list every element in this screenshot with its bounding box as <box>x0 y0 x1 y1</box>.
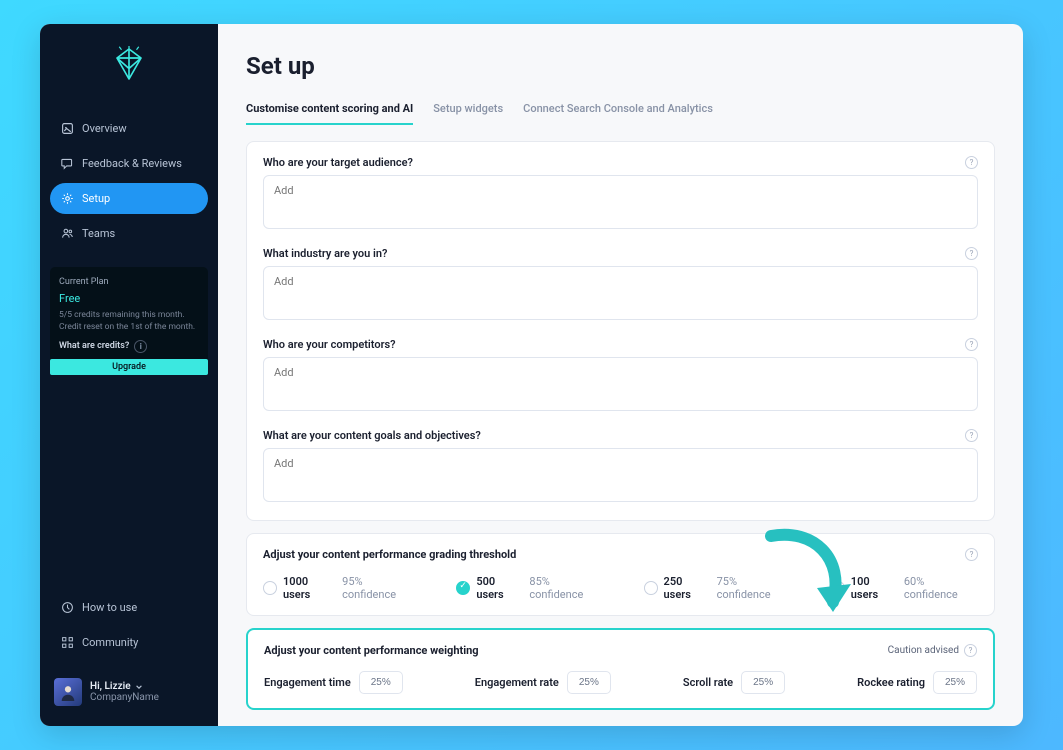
avatar <box>54 678 82 706</box>
credits-help[interactable]: What are credits? i <box>59 340 199 353</box>
diamond-icon <box>111 46 147 82</box>
opt-main: 1000 users <box>283 575 336 601</box>
nav-how-to-use[interactable]: How to use <box>50 592 208 623</box>
chat-icon <box>61 157 74 170</box>
q2-input[interactable] <box>263 266 978 320</box>
caution-label: Caution advised <box>888 645 959 656</box>
q3-input[interactable] <box>263 357 978 411</box>
tab-customise[interactable]: Customise content scoring and AI <box>246 96 413 125</box>
brand-logo <box>50 42 208 85</box>
weight-engagement-time: Engagement time <box>264 671 403 694</box>
main-content: Set up Customise content scoring and AI … <box>218 24 1023 726</box>
app-window: Overview Feedback & Reviews Setup Teams … <box>40 24 1023 726</box>
q1-label: Who are your target audience? <box>263 156 413 169</box>
dashboard-icon <box>61 122 74 135</box>
weight-input-engagement-time[interactable] <box>359 671 403 694</box>
weight-input-scroll-rate[interactable] <box>741 671 785 694</box>
nav-label: Setup <box>82 192 110 205</box>
tab-widgets[interactable]: Setup widgets <box>433 96 503 124</box>
weight-rockee-rating: Rockee rating <box>857 671 977 694</box>
threshold-title: Adjust your content performance grading … <box>263 548 516 561</box>
plan-card: Current Plan Free 5/5 credits remaining … <box>50 267 208 375</box>
weight-input-engagement-rate[interactable] <box>567 671 611 694</box>
opt-main: 100 users <box>851 575 898 601</box>
threshold-250[interactable]: 250 users 75% confidence <box>644 575 791 601</box>
info-icon[interactable]: ? <box>964 644 977 657</box>
credits-label: What are credits? <box>59 340 129 353</box>
user-menu[interactable]: Hi, Lizzie CompanyName <box>50 672 208 712</box>
threshold-500[interactable]: 500 users 85% confidence <box>456 575 603 601</box>
q3-label: Who are your competitors? <box>263 338 396 351</box>
radio-icon <box>644 581 658 595</box>
opt-main: 250 users <box>664 575 711 601</box>
info-icon[interactable]: ? <box>965 247 978 260</box>
plan-label: Current Plan <box>59 276 199 289</box>
nav-setup[interactable]: Setup <box>50 183 208 214</box>
threshold-card: Adjust your content performance grading … <box>246 533 995 616</box>
grid-icon <box>61 636 74 649</box>
user-greeting: Hi, Lizzie <box>90 681 131 692</box>
page-title: Set up <box>246 52 995 80</box>
weight-engagement-rate: Engagement rate <box>475 671 611 694</box>
weight-label: Engagement rate <box>475 676 559 689</box>
sidebar: Overview Feedback & Reviews Setup Teams … <box>40 24 218 726</box>
q4-input[interactable] <box>263 448 978 502</box>
radio-icon <box>456 581 470 595</box>
weight-label: Rockee rating <box>857 676 925 689</box>
nav-feedback[interactable]: Feedback & Reviews <box>50 148 208 179</box>
nav-label: Overview <box>82 122 127 135</box>
weight-scroll-rate: Scroll rate <box>683 671 785 694</box>
weight-input-rockee-rating[interactable] <box>933 671 977 694</box>
questions-card: Who are your target audience? ? What ind… <box>246 141 995 521</box>
info-icon: i <box>134 340 147 353</box>
nav-label: Community <box>82 636 138 649</box>
radio-icon <box>831 581 845 595</box>
radio-icon <box>263 581 277 595</box>
weight-label: Engagement time <box>264 676 351 689</box>
weighting-card: Adjust your content performance weightin… <box>246 628 995 710</box>
tab-bar: Customise content scoring and AI Setup w… <box>246 96 995 125</box>
nav-label: Teams <box>82 227 115 240</box>
q2-label: What industry are you in? <box>263 247 387 260</box>
weighting-row: Engagement time Engagement rate Scroll r… <box>264 671 977 694</box>
q1-input[interactable] <box>263 175 978 229</box>
threshold-100[interactable]: 100 users 60% confidence <box>831 575 978 601</box>
upgrade-button[interactable]: Upgrade <box>50 359 208 376</box>
gear-icon <box>61 192 74 205</box>
plan-name: Free <box>59 291 199 306</box>
opt-sub: 95% confidence <box>342 575 416 601</box>
nav-label: Feedback & Reviews <box>82 157 182 170</box>
weighting-title: Adjust your content performance weightin… <box>264 644 479 657</box>
nav-overview[interactable]: Overview <box>50 113 208 144</box>
info-icon[interactable]: ? <box>965 429 978 442</box>
user-company: CompanyName <box>90 692 159 703</box>
info-icon[interactable]: ? <box>965 338 978 351</box>
user-text: Hi, Lizzie CompanyName <box>90 681 159 703</box>
q4-label: What are your content goals and objectiv… <box>263 429 481 442</box>
weight-label: Scroll rate <box>683 676 733 689</box>
opt-main: 500 users <box>476 575 523 601</box>
threshold-1000[interactable]: 1000 users 95% confidence <box>263 575 416 601</box>
tab-connect[interactable]: Connect Search Console and Analytics <box>523 96 713 124</box>
opt-sub: 75% confidence <box>717 575 791 601</box>
info-icon[interactable]: ? <box>965 548 978 561</box>
chevron-down-icon <box>135 683 143 691</box>
clock-icon <box>61 601 74 614</box>
opt-sub: 85% confidence <box>529 575 603 601</box>
threshold-options: 1000 users 95% confidence 500 users 85% … <box>263 575 978 601</box>
nav-label: How to use <box>82 601 137 614</box>
nav-teams[interactable]: Teams <box>50 218 208 249</box>
opt-sub: 60% confidence <box>904 575 978 601</box>
nav-community[interactable]: Community <box>50 627 208 658</box>
users-icon <box>61 227 74 240</box>
info-icon[interactable]: ? <box>965 156 978 169</box>
caution-note: Caution advised ? <box>888 644 977 657</box>
plan-meta: 5/5 credits remaining this month. Credit… <box>59 310 199 334</box>
